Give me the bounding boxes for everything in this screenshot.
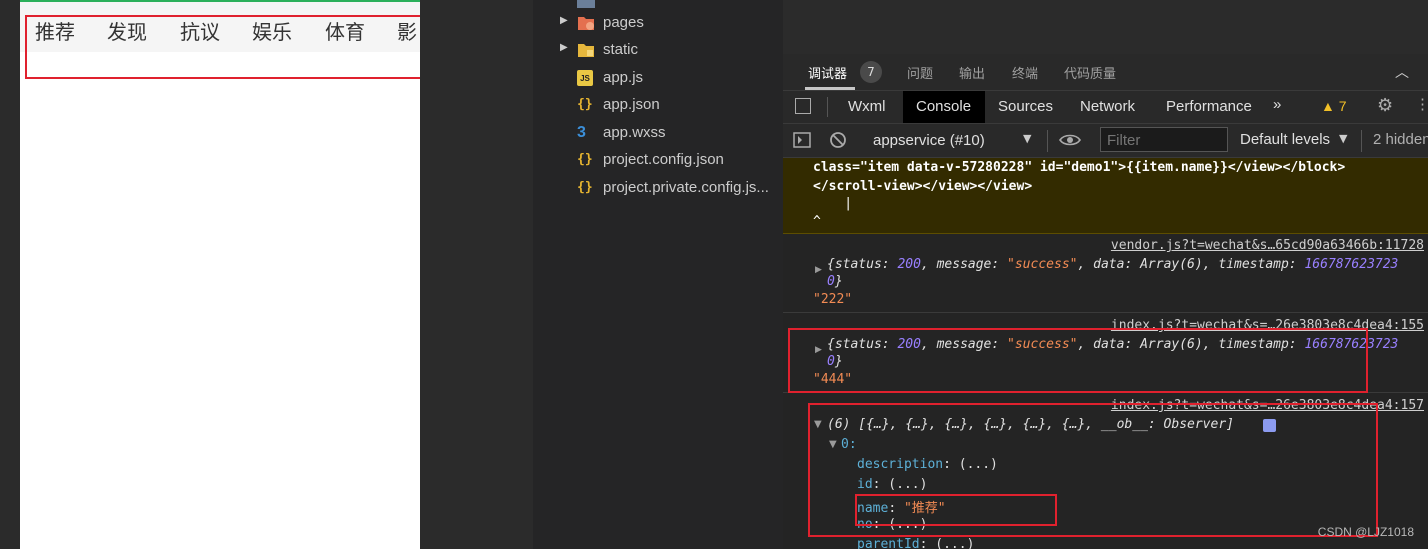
json-file-icon: {} — [577, 152, 593, 167]
tree-item-label: app.wxss — [603, 124, 666, 141]
tab-output[interactable]: 输出 — [959, 63, 985, 82]
tab-sources[interactable]: Sources — [998, 98, 1053, 115]
tab-terminal[interactable]: 终端 — [1012, 63, 1038, 82]
tree-item-label: static — [603, 41, 639, 58]
warning-line: ^ — [813, 214, 821, 229]
chevron-down-icon[interactable]: ▼ — [1339, 132, 1347, 145]
divider — [1047, 130, 1048, 152]
tree-item-app-js[interactable]: JS app.js — [533, 65, 783, 91]
folder-static-icon — [577, 41, 595, 59]
filter-input[interactable] — [1107, 132, 1217, 149]
tree-item-label: project.private.config.js... — [603, 179, 769, 196]
warning-line: </scroll-view></view></view> — [813, 179, 1033, 194]
tree-item-pages[interactable]: ▶ pages — [533, 10, 783, 36]
tree-item-label: project.config.json — [603, 151, 724, 168]
css-file-icon: 3 — [577, 124, 586, 141]
obj-status: 200 — [897, 257, 921, 272]
left-gutter — [0, 0, 20, 549]
log-object-cont: 0} — [827, 274, 843, 289]
tab-problems[interactable]: 问题 — [907, 63, 933, 82]
tab-code-quality[interactable]: 代码质量 — [1064, 63, 1116, 82]
obj-timestamp-cont: 0 — [827, 274, 835, 289]
file-explorer: ▶ pages ▶ static JS app.js {} app.json 3… — [533, 0, 783, 549]
expand-triangle-icon[interactable]: ▶ — [815, 265, 822, 275]
tree-item-static[interactable]: ▶ static — [533, 37, 783, 63]
chevron-right-icon[interactable]: ▶ — [560, 42, 568, 53]
prop-row[interactable]: parentId: (...) — [857, 537, 974, 549]
prop-key: parentId — [857, 537, 920, 549]
chevron-down-icon[interactable]: ▼ — [1023, 132, 1031, 145]
annotation-box-entry2 — [788, 328, 1368, 393]
warning-count[interactable]: ▲ 7 — [1321, 98, 1347, 114]
simulator-screen — [20, 0, 420, 549]
obj-text: , message: — [920, 257, 1008, 272]
tab-wxml[interactable]: Wxml — [848, 98, 886, 115]
filter-field[interactable] — [1100, 127, 1228, 152]
clear-console-icon[interactable] — [829, 131, 847, 149]
tree-item-app-wxss[interactable]: 3 app.wxss — [533, 120, 783, 146]
eye-icon[interactable] — [1059, 131, 1081, 149]
tree-item-app-json[interactable]: {} app.json — [533, 92, 783, 118]
kebab-menu-icon[interactable]: ⋮ — [1415, 95, 1428, 113]
active-tab-indicator — [805, 87, 855, 90]
context-selector[interactable]: appservice (#10) — [873, 132, 985, 149]
warning-line: | — [813, 196, 853, 211]
chevron-right-icon[interactable]: ▶ — [560, 15, 568, 26]
debugger-count-badge: 7 — [860, 61, 882, 83]
console-filter-bar: appservice (#10) ▼ Default levels ▼ 2 hi… — [783, 124, 1428, 158]
tab-console[interactable]: Console — [916, 98, 971, 115]
log-levels-dropdown[interactable]: Default levels — [1240, 131, 1330, 148]
devtools-top-spacer — [783, 0, 1428, 54]
obj-text: } — [834, 274, 843, 289]
log-string: "222" — [813, 292, 853, 307]
tree-item-label: app.js — [603, 69, 644, 86]
tab-performance[interactable]: Performance — [1166, 98, 1252, 115]
source-link[interactable]: vendor.js?t=wechat&s…65cd90a63466b:11728 — [1111, 238, 1424, 253]
obj-message: "success" — [1007, 257, 1078, 272]
obj-text: , data: Array(6), timestamp: — [1077, 257, 1305, 272]
prop-value: : (...) — [919, 537, 975, 549]
console-warning-message: class="item data-v-57280228" id="demo1">… — [783, 158, 1428, 234]
json-file-icon: {} — [577, 180, 593, 195]
devtools-panel-tabs: Wxml Console Sources Network Performance… — [783, 91, 1428, 124]
more-tabs-icon[interactable]: » — [1273, 96, 1281, 113]
folder-icon — [577, 0, 595, 8]
annotation-box-name — [855, 494, 1057, 526]
divider — [827, 97, 828, 117]
annotation-box-tabbar — [25, 15, 439, 79]
divider — [1361, 130, 1362, 152]
obj-text: {status: — [827, 257, 898, 272]
inspect-element-icon[interactable] — [795, 98, 811, 114]
json-file-icon: {} — [577, 97, 593, 112]
tree-item-label: app.json — [603, 96, 660, 113]
gear-icon[interactable]: ⚙ — [1377, 95, 1393, 116]
tab-network[interactable]: Network — [1080, 98, 1135, 115]
tree-item-project-private-config[interactable]: {} project.private.config.js... — [533, 175, 783, 201]
tree-item-label: pages — [603, 14, 644, 31]
chevron-up-icon[interactable]: ︿ — [1395, 62, 1409, 82]
hidden-count: 2 hidden — [1373, 131, 1428, 148]
obj-timestamp: 166787623723 — [1304, 257, 1399, 272]
folder-pages-icon — [577, 14, 595, 32]
sidebar-toggle-icon[interactable] — [793, 131, 811, 149]
js-file-icon: JS — [577, 70, 593, 86]
console-log-entry: vendor.js?t=wechat&s…65cd90a63466b:11728… — [783, 234, 1428, 313]
watermark: CSDN @LJZ1018 — [1317, 525, 1414, 539]
log-object[interactable]: {status: 200, message: "success", data: … — [827, 257, 1398, 272]
tab-debugger[interactable]: 调试器 — [808, 63, 847, 82]
debugger-tabs: 调试器 7 问题 输出 终端 代码质量 ︿ — [783, 54, 1428, 91]
warning-line: class="item data-v-57280228" id="demo1">… — [813, 160, 1346, 175]
tree-item-project-config[interactable]: {} project.config.json — [533, 147, 783, 173]
editor-gutter — [420, 0, 533, 549]
